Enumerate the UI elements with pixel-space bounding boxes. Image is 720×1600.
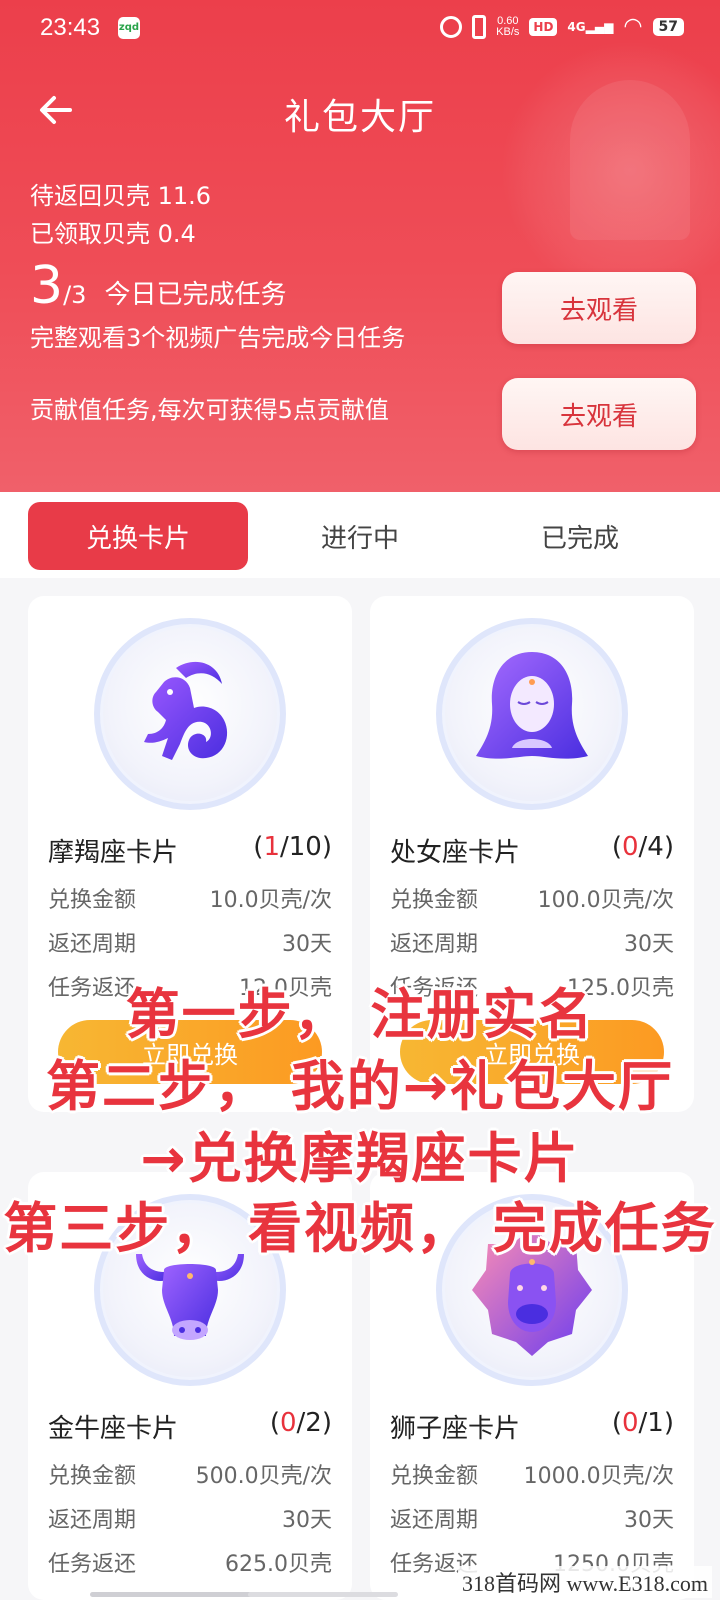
signal-label: 4G [567,19,586,34]
card-image [94,618,286,810]
title-bar: 礼包大厅 [0,74,720,150]
status-time: 23:43 [40,14,101,41]
amount-row: 兑换金额 100.0贝壳/次 [390,882,674,914]
amount-value: 10.0贝壳/次 [209,888,332,913]
amount-row: 兑换金额 500.0贝壳/次 [48,1458,332,1490]
task-progress: 3 /3 今日已完成任务 [30,258,286,314]
card-title: 狮子座卡片 [390,1414,521,1444]
count-current: 1 [263,832,280,862]
battery-icon: 57 [652,17,684,36]
card-count: (0/1) [612,1408,674,1438]
page-title: 礼包大厅 [283,97,436,138]
network-speed: 0.60 KB/s [496,15,520,38]
period-label: 返还周期 [48,932,137,957]
card-count: (0/4) [612,832,674,862]
app-notification-icon: zqd [118,17,140,39]
count-total: /2) [296,1408,332,1438]
card-title: 摩羯座卡片 [48,838,179,868]
card-count: (1/10) [253,832,332,862]
network-speed-unit: KB/s [496,25,520,38]
amount-row: 兑换金额 10.0贝壳/次 [48,882,332,914]
capricorn-icon [144,661,228,760]
card-title: 金牛座卡片 [48,1414,179,1444]
signal-icon: 4G▂▄▆ [567,19,614,34]
period-label: 返还周期 [48,1508,137,1533]
status-icons: 0.60 KB/s HD 4G▂▄▆ ◠ 57 [440,14,684,39]
reward-label: 任务返还 [48,1552,137,1577]
card-title: 处女座卡片 [390,838,521,868]
count-open: ( [269,1408,280,1438]
task-description: 完整观看3个视频广告完成今日任务 [30,324,406,352]
status-bar: 23:43 zqd 0.60 KB/s HD 4G▂▄▆ ◠ 57 [0,0,720,58]
count-total: /1) [638,1408,674,1438]
period-label: 返还周期 [390,1508,479,1533]
overlay-step-2-cont: →兑换摩羯座卡片 [140,1127,580,1190]
period-value: 30天 [624,1508,674,1533]
wifi-icon: ◠ [623,14,643,39]
count-current: 0 [622,1408,639,1438]
reward-row: 任务返还 625.0贝壳 [48,1546,332,1578]
watch-video-button[interactable]: 去观看 [502,272,696,344]
site-watermark: 318首码网 www.E318.com [457,1566,712,1598]
amount-value: 1000.0贝壳/次 [523,1464,674,1489]
period-label: 返还周期 [390,932,479,957]
period-row: 返还周期 30天 [390,926,674,958]
overlay-step-2: 第二步， 我的→礼包大厅 [45,1055,675,1118]
period-row: 返还周期 30天 [48,926,332,958]
period-value: 30天 [624,932,674,957]
task-status-text: 今日已完成任务 [104,280,287,310]
reward-value: 625.0贝壳 [225,1552,332,1577]
count-open: ( [253,832,264,862]
card-count: (0/2) [270,1408,332,1438]
received-text: 已领取贝壳 0.4 [30,220,196,248]
tab-bar: 兑换卡片 进行中 已完成 [0,492,720,578]
tab-completed[interactable]: 已完成 [470,502,690,570]
overlay-step-1: 第一步， 注册实名 [125,983,595,1046]
count-open: ( [611,1408,622,1438]
vibrate-icon [472,14,487,39]
amount-value: 500.0贝壳/次 [195,1464,332,1489]
pending-return-text: 待返回贝壳 11.6 [30,182,212,210]
amount-label: 兑换金额 [48,888,137,913]
count-current: 0 [622,832,639,862]
tab-exchange-cards[interactable]: 兑换卡片 [28,502,248,570]
card-image [436,618,628,810]
tab-in-progress[interactable]: 进行中 [250,502,470,570]
amount-value: 100.0贝壳/次 [537,888,674,913]
amount-label: 兑换金额 [390,888,479,913]
amount-label: 兑换金额 [48,1464,137,1489]
count-current: 0 [280,1408,297,1438]
task-total-count: /3 [63,281,87,309]
alarm-icon [440,15,463,38]
task-done-count: 3 [30,256,64,316]
amount-label: 兑换金额 [390,1464,479,1489]
count-open: ( [611,832,622,862]
overlay-step-3: 第三步， 看视频， 完成任务 [3,1197,717,1260]
period-row: 返还周期 30天 [48,1502,332,1534]
period-value: 30天 [282,932,332,957]
hd-icon: HD [529,17,558,36]
watch-contribution-button[interactable]: 去观看 [502,378,696,450]
contribution-task-description: 贡献值任务,每次可获得5点贡献值 [30,396,389,424]
scroll-indicator-2 [248,1592,398,1597]
header-banner: 23:43 zqd 0.60 KB/s HD 4G▂▄▆ ◠ 57 礼包大厅 待… [0,0,720,492]
count-total: /4) [638,832,674,862]
virgo-icon [476,652,588,759]
amount-row: 兑换金额 1000.0贝壳/次 [390,1458,674,1490]
count-total: /10) [280,832,332,862]
period-row: 返还周期 30天 [390,1502,674,1534]
period-value: 30天 [282,1508,332,1533]
